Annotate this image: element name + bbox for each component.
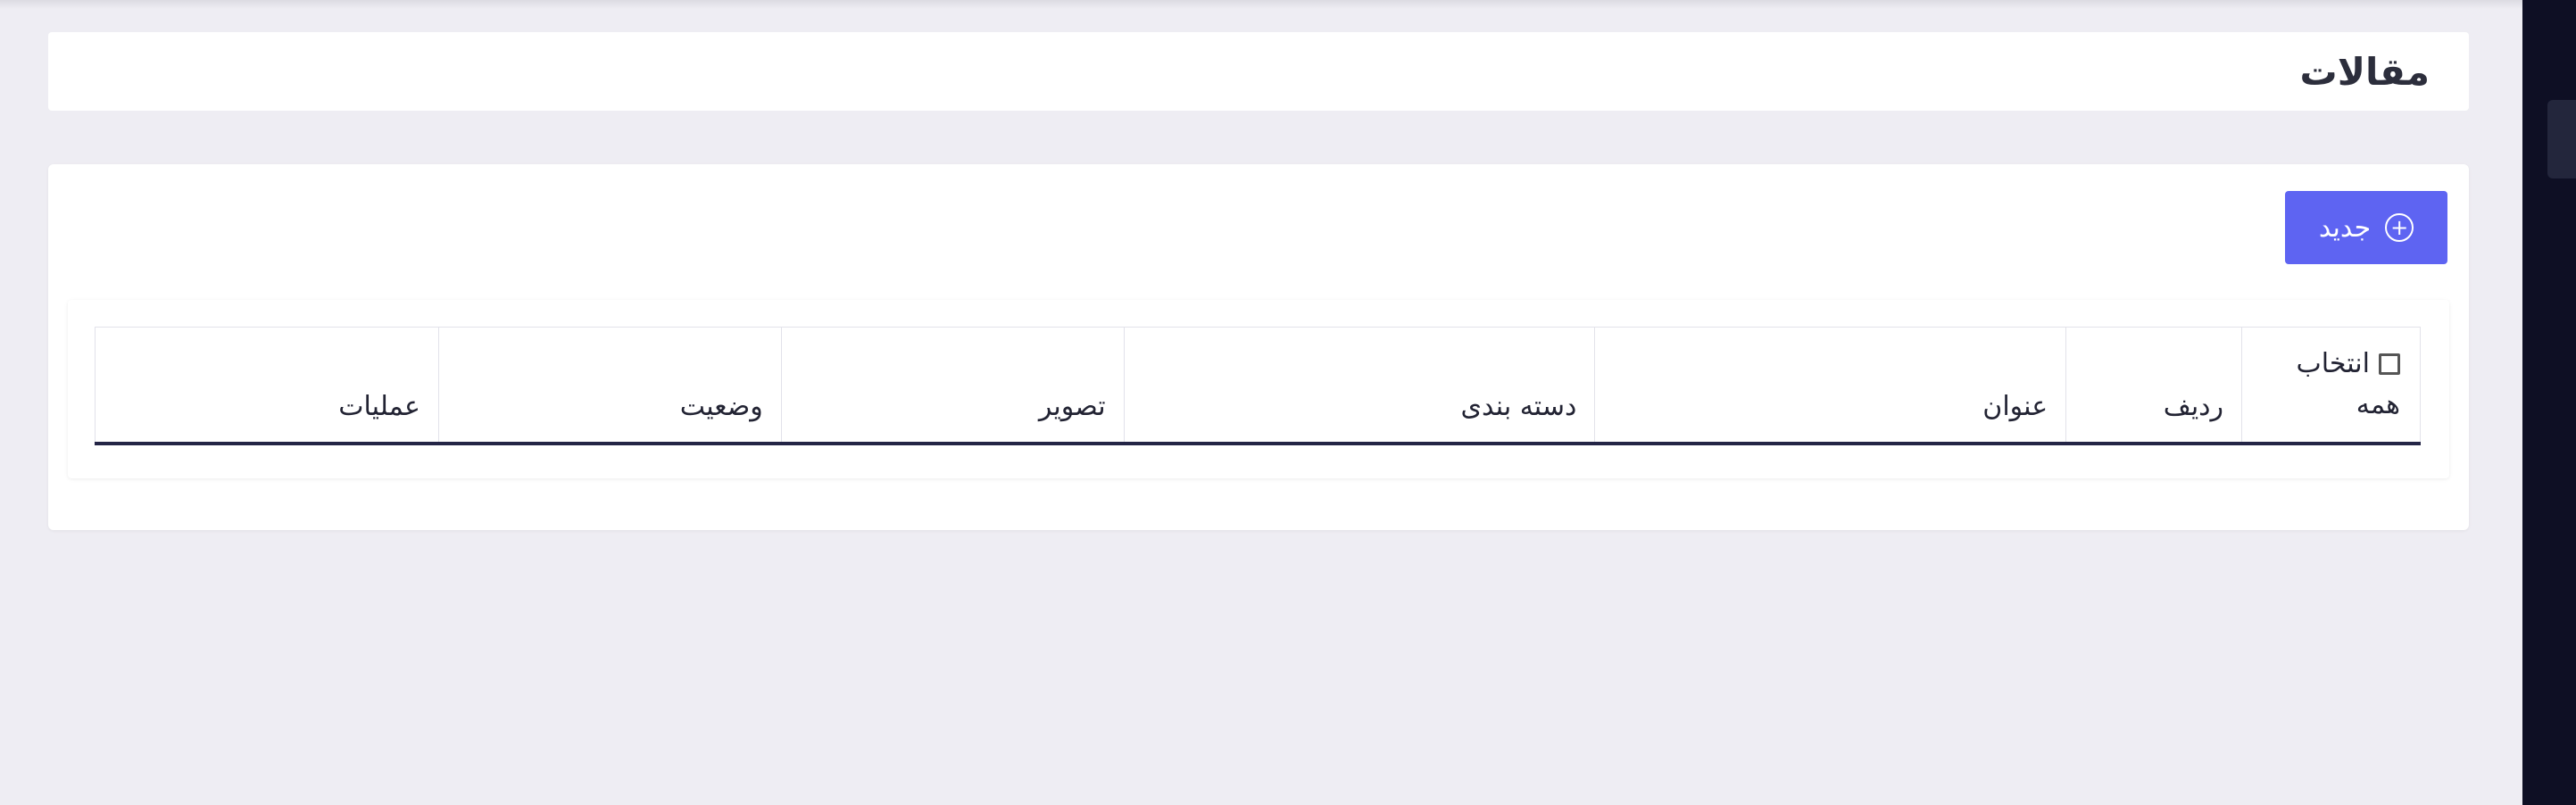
plus-circle-icon: + (2385, 213, 2414, 242)
column-header-actions[interactable]: عملیات (95, 327, 439, 445)
app-viewport: مقالات + جدید انتخاب همه ردیف عنوان دسته… (0, 0, 2576, 805)
page-title: مقالات (2299, 49, 2430, 94)
select-all-header[interactable]: انتخاب همه (2241, 327, 2421, 445)
articles-table: انتخاب همه ردیف عنوان دسته بندی تصویر وض… (95, 327, 2421, 445)
articles-card: + جدید انتخاب همه ردیف عنوان دسته بندی ت… (48, 164, 2469, 530)
table-header-row: انتخاب همه ردیف عنوان دسته بندی تصویر وض… (95, 327, 2421, 445)
column-header-row-number[interactable]: ردیف (2065, 327, 2243, 445)
column-header-image[interactable]: تصویر (780, 327, 1125, 445)
sidebar-active-item[interactable] (2547, 100, 2576, 178)
sidebar (2522, 0, 2576, 805)
column-header-category[interactable]: دسته بندی (1123, 327, 1596, 445)
page-header: مقالات (48, 32, 2469, 111)
new-article-button[interactable]: + جدید (2285, 191, 2447, 264)
topbar-shadow (0, 0, 2522, 9)
table-panel: انتخاب همه ردیف عنوان دسته بندی تصویر وض… (68, 300, 2449, 478)
column-header-status[interactable]: وضعیت (437, 327, 782, 445)
new-button-label: جدید (2318, 212, 2372, 244)
select-all-checkbox[interactable] (2379, 353, 2400, 376)
column-header-title[interactable]: عنوان (1594, 327, 2067, 445)
